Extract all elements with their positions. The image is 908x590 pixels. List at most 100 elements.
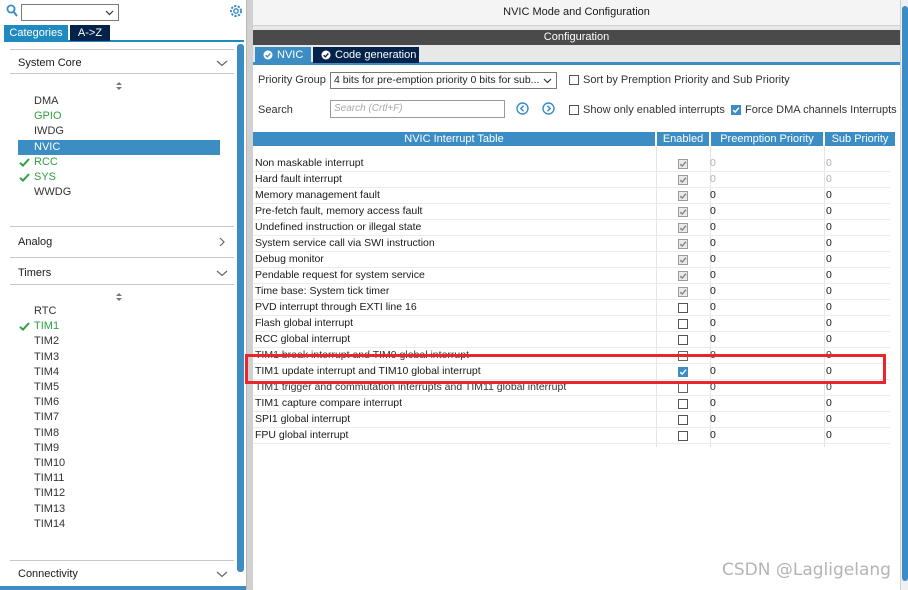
col-header-preemption[interactable]: Preemption Priority <box>711 132 823 146</box>
tree-item-tim13[interactable]: TIM13 <box>18 502 220 517</box>
table-row[interactable]: TIM1 trigger and commutation interrupts … <box>253 380 890 396</box>
enabled-checkbox[interactable] <box>678 399 688 409</box>
tree-item-tim11[interactable]: TIM11 <box>18 471 220 486</box>
table-row[interactable]: SPI1 global interrupt 0 0 <box>253 412 890 428</box>
sub-priority[interactable]: 0 <box>826 317 832 329</box>
enabled-checkbox[interactable] <box>678 367 688 377</box>
left-scrollbar[interactable] <box>237 44 244 572</box>
table-row[interactable]: Pre-fetch fault, memory access fault 0 0 <box>253 204 890 220</box>
tab-categories[interactable]: Categories <box>4 25 68 41</box>
sub-priority[interactable]: 0 <box>826 269 832 281</box>
tree-item-tim9[interactable]: TIM9 <box>18 441 220 456</box>
sub-priority[interactable]: 0 <box>826 189 832 201</box>
preemption-priority[interactable]: 0 <box>710 301 716 313</box>
right-scrollbar[interactable] <box>900 0 908 590</box>
tree-item-rtc[interactable]: RTC <box>18 304 220 319</box>
search-icon[interactable] <box>6 4 18 18</box>
search-previous-icon[interactable] <box>516 102 529 115</box>
tab-code-generation[interactable]: Code generation <box>313 47 419 63</box>
table-row[interactable]: Debug monitor 0 0 <box>253 252 890 268</box>
tree-item-tim10[interactable]: TIM10 <box>18 456 220 471</box>
preemption-priority[interactable]: 0 <box>710 221 716 233</box>
preemption-priority[interactable]: 0 <box>710 349 716 361</box>
sub-priority[interactable]: 0 <box>826 365 832 377</box>
tree-item-tim8[interactable]: TIM8 <box>18 426 220 441</box>
table-row[interactable]: FPU global interrupt 0 0 <box>253 428 890 444</box>
preemption-priority[interactable]: 0 <box>710 397 716 409</box>
sub-priority[interactable]: 0 <box>826 349 832 361</box>
table-row[interactable]: RCC global interrupt 0 0 <box>253 332 890 348</box>
sub-priority[interactable]: 0 <box>826 237 832 249</box>
sub-priority[interactable]: 0 <box>826 381 832 393</box>
table-row[interactable]: TIM1 break interrupt and TIM9 global int… <box>253 348 890 364</box>
enabled-checkbox[interactable] <box>678 351 688 361</box>
sub-priority[interactable]: 0 <box>826 413 832 425</box>
tree-item-wwdg[interactable]: WWDG <box>18 185 220 200</box>
search-next-icon[interactable] <box>542 102 555 115</box>
table-row[interactable]: System service call via SWI instruction 0… <box>253 236 890 252</box>
sort-checkbox[interactable] <box>569 75 579 85</box>
preemption-priority[interactable]: 0 <box>710 429 716 441</box>
tree-item-iwdg[interactable]: IWDG <box>18 124 220 139</box>
sort-arrows-icon[interactable] <box>114 82 124 90</box>
col-header-enabled[interactable]: Enabled <box>657 132 709 146</box>
sub-priority[interactable]: 0 <box>826 157 832 169</box>
table-row[interactable]: Hard fault interrupt 0 0 <box>253 172 890 188</box>
sub-priority[interactable]: 0 <box>826 173 832 185</box>
col-header-sub[interactable]: Sub Priority <box>825 132 895 146</box>
sub-priority[interactable]: 0 <box>826 253 832 265</box>
enabled-checkbox[interactable] <box>678 303 688 313</box>
tree-item-sys[interactable]: SYS <box>18 170 220 185</box>
tab-a-z[interactable]: A->Z <box>70 25 110 41</box>
panel-splitter[interactable] <box>246 0 253 590</box>
preemption-priority[interactable]: 0 <box>710 253 716 265</box>
gear-icon[interactable] <box>228 3 244 19</box>
sub-priority[interactable]: 0 <box>826 333 832 345</box>
tab-nvic[interactable]: NVIC <box>255 47 311 63</box>
enabled-checkbox[interactable] <box>678 383 688 393</box>
section-connectivity[interactable]: Connectivity <box>18 568 228 580</box>
preemption-priority[interactable]: 0 <box>710 365 716 377</box>
sub-priority[interactable]: 0 <box>826 205 832 217</box>
preemption-priority[interactable]: 0 <box>710 285 716 297</box>
enabled-checkbox[interactable] <box>678 319 688 329</box>
table-row[interactable]: PVD interrupt through EXTI line 16 0 0 <box>253 300 890 316</box>
enabled-checkbox[interactable] <box>678 335 688 345</box>
table-row[interactable]: TIM1 update interrupt and TIM10 global i… <box>253 364 890 380</box>
tree-item-tim3[interactable]: TIM3 <box>18 350 220 365</box>
preemption-priority[interactable]: 0 <box>710 317 716 329</box>
preemption-priority[interactable]: 0 <box>710 381 716 393</box>
table-row[interactable]: Memory management fault 0 0 <box>253 188 890 204</box>
preemption-priority[interactable]: 0 <box>710 157 716 169</box>
preemption-priority[interactable]: 0 <box>710 333 716 345</box>
tree-item-tim7[interactable]: TIM7 <box>18 410 220 425</box>
tree-item-tim12[interactable]: TIM12 <box>18 486 220 501</box>
sub-priority[interactable]: 0 <box>826 397 832 409</box>
table-row[interactable]: Undefined instruction or illegal state 0 0 <box>253 220 890 236</box>
search-input[interactable]: Search (Crtl+F) <box>330 100 505 118</box>
tree-item-tim4[interactable]: TIM4 <box>18 365 220 380</box>
preemption-priority[interactable]: 0 <box>710 189 716 201</box>
preemption-priority[interactable]: 0 <box>710 173 716 185</box>
table-row[interactable]: TIM1 capture compare interrupt 0 0 <box>253 396 890 412</box>
col-header-name[interactable]: NVIC Interrupt Table <box>253 132 655 146</box>
sub-priority[interactable]: 0 <box>826 285 832 297</box>
section-analog[interactable]: Analog <box>18 236 228 248</box>
table-row[interactable]: Pendable request for system service 0 0 <box>253 268 890 284</box>
force-dma-checkbox[interactable] <box>731 105 741 115</box>
scrollbar-thumb[interactable] <box>902 6 908 581</box>
tree-item-tim2[interactable]: TIM2 <box>18 334 220 349</box>
sub-priority[interactable]: 0 <box>826 301 832 313</box>
preemption-priority[interactable]: 0 <box>710 237 716 249</box>
tree-item-dma[interactable]: DMA <box>18 94 220 109</box>
section-timers[interactable]: Timers <box>18 267 228 279</box>
tree-item-tim1[interactable]: TIM1 <box>18 319 220 334</box>
preemption-priority[interactable]: 0 <box>710 269 716 281</box>
table-row[interactable]: Time base: System tick timer 0 0 <box>253 284 890 300</box>
table-row[interactable]: Non maskable interrupt 0 0 <box>253 156 890 172</box>
tree-item-tim14[interactable]: TIM14 <box>18 517 220 532</box>
sub-priority[interactable]: 0 <box>826 221 832 233</box>
tree-item-nvic[interactable]: NVIC <box>18 139 220 155</box>
priority-group-select[interactable]: 4 bits for pre-emption priority 0 bits f… <box>330 72 557 89</box>
tree-item-tim5[interactable]: TIM5 <box>18 380 220 395</box>
